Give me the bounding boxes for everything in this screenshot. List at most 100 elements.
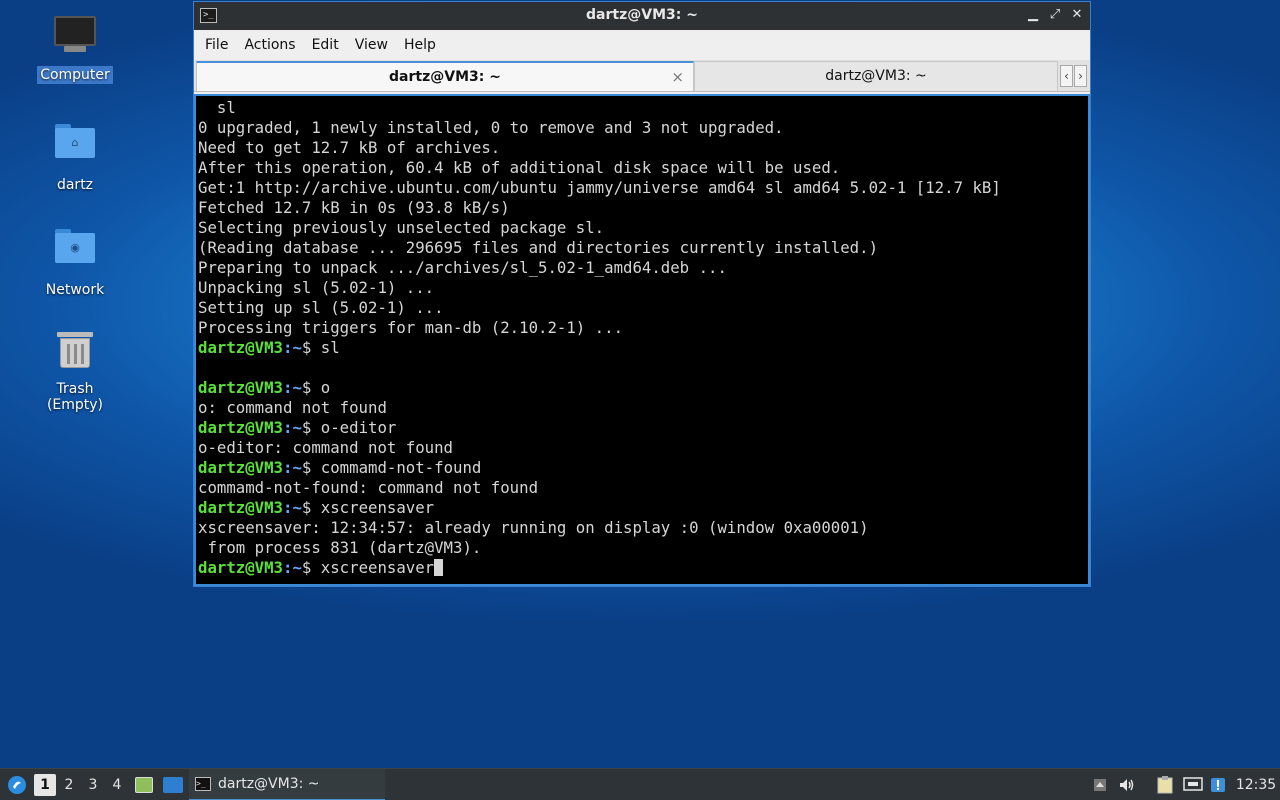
workspace-1[interactable]: 1 <box>34 774 56 796</box>
terminal-prompt-line: dartz@VM3:~$ sl <box>198 338 1088 358</box>
clock[interactable]: 12:35 <box>1234 769 1278 800</box>
prompt-path: :~ <box>283 558 302 577</box>
prompt-command: $ sl <box>301 338 340 357</box>
volume-icon[interactable] <box>1116 769 1138 800</box>
workspace-4[interactable]: 4 <box>106 769 128 800</box>
tab-scroll-left-icon[interactable]: ‹ <box>1060 65 1073 87</box>
terminal-output-line: o-editor: command not found <box>198 438 1088 458</box>
terminal-prompt-line: dartz@VM3:~$ xscreensaver <box>198 498 1088 518</box>
file-manager-icon[interactable] <box>133 769 155 800</box>
tray-up-arrow-icon[interactable] <box>1090 769 1110 800</box>
output-text: o-editor: command not found <box>198 438 454 457</box>
output-text: (Reading database ... 296695 files and d… <box>198 238 879 257</box>
output-text: Need to get 12.7 kB of archives. <box>198 138 501 157</box>
output-text: sl <box>198 98 236 117</box>
menu-help[interactable]: Help <box>397 37 443 53</box>
output-text: Preparing to unpack .../archives/sl_5.02… <box>198 258 727 277</box>
output-text: o: command not found <box>198 398 387 417</box>
terminal-prompt-line: dartz@VM3:~$ commamd-not-found <box>198 458 1088 478</box>
terminal-output-line: Processing triggers for man-db (2.10.2-1… <box>198 318 1088 338</box>
prompt-user: dartz@VM3 <box>198 498 284 517</box>
terminal-output-line: Setting up sl (5.02-1) ... <box>198 298 1088 318</box>
tab-bar: dartz@VM3: ~ × dartz@VM3: ~ ‹ › <box>194 60 1090 92</box>
menu-view[interactable]: View <box>348 37 395 53</box>
taskbar: 1 2 3 4 >_ dartz@VM3: ~ 12:35 <box>0 768 1280 800</box>
terminal-window: >_ dartz@VM3: ~ ▁ ⤢ ✕ File Actions Edit … <box>193 1 1091 587</box>
output-text: After this operation, 60.4 kB of additio… <box>198 158 841 177</box>
workspace-3[interactable]: 3 <box>82 769 104 800</box>
prompt-command: $ xscreensaver <box>301 558 435 577</box>
menu-actions[interactable]: Actions <box>237 37 302 53</box>
prompt-path: :~ <box>283 338 302 357</box>
prompt-command: $ commamd-not-found <box>301 458 482 477</box>
terminal-output-line: (Reading database ... 296695 files and d… <box>198 238 1088 258</box>
task-label: dartz@VM3: ~ <box>218 776 320 792</box>
desktop-icon-computer[interactable]: Computer <box>25 14 125 84</box>
terminal-output-line: Get:1 http://archive.ubuntu.com/ubuntu j… <box>198 178 1088 198</box>
terminal-output-line: After this operation, 60.4 kB of additio… <box>198 158 1088 178</box>
terminal-output[interactable]: sl 0 upgraded, 1 newly installed, 0 to re… <box>194 94 1090 586</box>
prompt-command: $ o-editor <box>301 418 397 437</box>
tab-label: dartz@VM3: ~ <box>825 68 927 84</box>
taskbar-task-terminal[interactable]: >_ dartz@VM3: ~ <box>189 769 385 800</box>
output-text: Get:1 http://archive.ubuntu.com/ubuntu j… <box>198 178 1001 197</box>
tab-scroll-right-icon[interactable]: › <box>1074 65 1087 87</box>
minimize-button[interactable]: ▁ <box>1024 6 1042 24</box>
output-text: Processing triggers for man-db (2.10.2-1… <box>198 318 624 337</box>
terminal-output-line: sl <box>198 98 1088 118</box>
prompt-user: dartz@VM3 <box>198 338 284 357</box>
terminal-output-line: Fetched 12.7 kB in 0s (93.8 kB/s) <box>198 198 1088 218</box>
desktop-icon-label: Network <box>45 282 105 298</box>
computer-icon <box>52 14 98 60</box>
terminal-output-line: o: command not found <box>198 398 1088 418</box>
window-titlebar[interactable]: >_ dartz@VM3: ~ ▁ ⤢ ✕ <box>194 2 1090 30</box>
menu-edit[interactable]: Edit <box>305 37 346 53</box>
tab-2[interactable]: dartz@VM3: ~ <box>694 61 1058 91</box>
prompt-user: dartz@VM3 <box>198 418 284 437</box>
output-text: Selecting previously unselected package … <box>198 218 605 237</box>
tab-1[interactable]: dartz@VM3: ~ × <box>196 61 694 91</box>
desktop-icon-dartz[interactable]: ⌂ dartz <box>25 118 125 194</box>
prompt-path: :~ <box>283 498 302 517</box>
menu-file[interactable]: File <box>198 37 235 53</box>
terminal-output-line: Unpacking sl (5.02-1) ... <box>198 278 1088 298</box>
maximize-button[interactable]: ⤢ <box>1046 6 1064 24</box>
terminal-output-line: 0 upgraded, 1 newly installed, 0 to remo… <box>198 118 1088 138</box>
prompt-path: :~ <box>283 378 302 397</box>
prompt-command: $ o <box>301 378 331 397</box>
desktop-icon-label: dartz <box>56 177 94 193</box>
terminal-output-line: commamd-not-found: command not found <box>198 478 1088 498</box>
terminal-output-line: Preparing to unpack .../archives/sl_5.02… <box>198 258 1088 278</box>
text-cursor <box>434 559 444 576</box>
desktop: Computer ⌂ dartz ◉ Network Trash (Empty)… <box>0 0 1280 768</box>
output-text: Unpacking sl (5.02-1) ... <box>198 278 435 297</box>
update-notifier-icon[interactable] <box>1208 769 1228 800</box>
clipboard-icon[interactable] <box>1154 769 1176 800</box>
show-desktop-icon[interactable] <box>161 769 185 800</box>
window-title: dartz@VM3: ~ <box>586 7 698 23</box>
home-folder-icon: ⌂ <box>52 124 98 170</box>
desktop-icon-network[interactable]: ◉ Network <box>25 223 125 299</box>
tab-close-icon[interactable]: × <box>671 63 684 91</box>
terminal-output-line: Selecting previously unselected package … <box>198 218 1088 238</box>
tab-label: dartz@VM3: ~ <box>389 69 501 85</box>
trash-icon <box>52 330 98 376</box>
close-button[interactable]: ✕ <box>1068 6 1086 24</box>
terminal-output-line: Need to get 12.7 kB of archives. <box>198 138 1088 158</box>
network-folder-icon: ◉ <box>52 229 98 275</box>
prompt-user: dartz@VM3 <box>198 558 284 577</box>
terminal-output-line: from process 831 (dartz@VM3). <box>198 538 1088 558</box>
prompt-user: dartz@VM3 <box>198 378 284 397</box>
prompt-path: :~ <box>283 418 302 437</box>
desktop-icon-trash[interactable]: Trash (Empty) <box>25 328 125 414</box>
start-menu-icon[interactable] <box>2 769 32 800</box>
prompt-path: :~ <box>283 458 302 477</box>
output-text: 0 upgraded, 1 newly installed, 0 to remo… <box>198 118 784 137</box>
output-text: Fetched 12.7 kB in 0s (93.8 kB/s) <box>198 198 510 217</box>
terminal-prompt-line: dartz@VM3:~$ xscreensaver <box>198 558 1088 578</box>
workspace-2[interactable]: 2 <box>58 769 80 800</box>
terminal-output-line: xscreensaver: 12:34:57: already running … <box>198 518 1088 538</box>
prompt-command: $ xscreensaver <box>301 498 435 517</box>
network-status-icon[interactable] <box>1181 769 1205 800</box>
